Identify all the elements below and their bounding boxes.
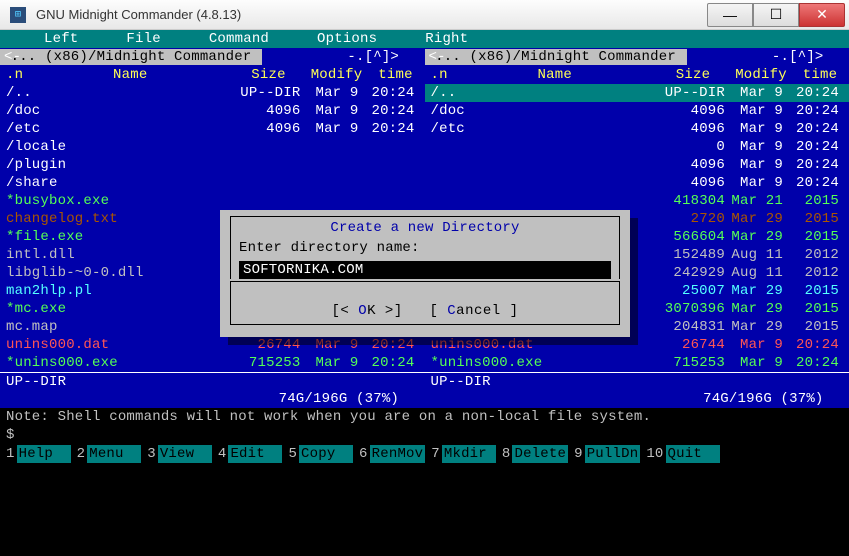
file-row[interactable]: /.. UP--DIR Mar 9 20:24 [0, 84, 425, 102]
file-row[interactable]: *busybox.exe [0, 192, 425, 210]
function-keys: 1Help 2Menu 3View 4Edit 5Copy 6RenMov 7M… [0, 444, 849, 464]
menu-command[interactable]: Command [185, 30, 293, 48]
file-row[interactable]: /.. UP--DIR Mar 9 20:24 [425, 84, 849, 102]
right-disk-info: 74G/196G (37%) [425, 390, 849, 408]
file-row[interactable]: /doc 4096 Mar 9 20:24 [425, 102, 849, 120]
fkey-renmov[interactable]: 6RenMov [353, 445, 425, 463]
file-row[interactable]: unins000.dat 26744 Mar 9 20:24 [425, 336, 849, 354]
fkey-help[interactable]: 1Help [0, 445, 71, 463]
file-row[interactable]: 4096 Mar 9 20:24 [425, 174, 849, 192]
left-panel-nav[interactable]: -.[^]> [347, 48, 399, 66]
file-row[interactable]: /plugin [0, 156, 425, 174]
file-row[interactable]: /etc 4096 Mar 9 20:24 [425, 120, 849, 138]
menu-file[interactable]: File [102, 30, 184, 48]
window-title: GNU Midnight Commander (4.8.13) [32, 7, 707, 22]
app-window: ⊞ GNU Midnight Commander (4.8.13) — ☐ ✕ … [0, 0, 849, 556]
file-row[interactable]: /etc 4096 Mar 9 20:24 [0, 120, 425, 138]
fkey-copy[interactable]: 5Copy [282, 445, 353, 463]
ok-button[interactable]: [< OK >] [332, 303, 403, 319]
maximize-button[interactable]: ☐ [753, 3, 799, 27]
right-panel-header: .n Name Size Modify time [425, 66, 849, 84]
right-panel-path[interactable]: ... (x86)/Midnight Commander [425, 49, 687, 65]
mkdir-dialog: Create a new Directory Enter directory n… [220, 210, 630, 337]
menu-right[interactable]: Right [401, 30, 492, 48]
file-row[interactable]: *unins000.exe 715253 Mar 9 20:24 [425, 354, 849, 372]
left-panel-header: .n Name Size Modify time [0, 66, 425, 84]
shell-prompt[interactable]: $ [6, 426, 843, 444]
minimize-button[interactable]: — [707, 3, 753, 27]
file-row[interactable]: 0 Mar 9 20:24 [425, 138, 849, 156]
left-panel-corner[interactable]: <- [4, 48, 21, 66]
close-button[interactable]: ✕ [799, 3, 845, 27]
file-row[interactable]: 418304 Mar 21 2015 [425, 192, 849, 210]
fkey-menu[interactable]: 2Menu [71, 445, 142, 463]
titlebar[interactable]: ⊞ GNU Midnight Commander (4.8.13) — ☐ ✕ [0, 0, 849, 30]
file-row[interactable]: /share [0, 174, 425, 192]
terminal: Left File Command Options Right <- ... (… [0, 30, 849, 556]
menu-bar: Left File Command Options Right [0, 30, 849, 48]
fkey-quit[interactable]: 10Quit [640, 445, 719, 463]
file-row[interactable]: *unins000.exe 715253 Mar 9 20:24 [0, 354, 425, 372]
dialog-label: Enter directory name: [231, 237, 619, 259]
right-summary: UP--DIR [425, 372, 849, 390]
left-disk-info: 74G/196G (37%) [0, 390, 425, 408]
right-panel-corner[interactable]: <- [429, 48, 446, 66]
fkey-pulldn[interactable]: 9PullDn [568, 445, 640, 463]
fkey-mkdir[interactable]: 7Mkdir [425, 445, 496, 463]
file-row[interactable]: /doc 4096 Mar 9 20:24 [0, 102, 425, 120]
menu-options[interactable]: Options [293, 30, 401, 48]
fkey-view[interactable]: 3View [141, 445, 212, 463]
fkey-edit[interactable]: 4Edit [212, 445, 283, 463]
file-row[interactable]: /locale [0, 138, 425, 156]
dialog-title: Create a new Directory [231, 219, 619, 237]
note-text: Note: Shell commands will not work when … [6, 408, 843, 426]
app-icon: ⊞ [10, 7, 26, 23]
cancel-button[interactable]: [ Cancel ] [429, 303, 518, 319]
file-row[interactable]: 4096 Mar 9 20:24 [425, 156, 849, 174]
menu-left[interactable]: Left [20, 30, 102, 48]
fkey-delete[interactable]: 8Delete [496, 445, 568, 463]
left-panel-path[interactable]: ... (x86)/Midnight Commander [0, 49, 262, 65]
file-row[interactable]: unins000.dat 26744 Mar 9 20:24 [0, 336, 425, 354]
left-summary: UP--DIR [0, 372, 425, 390]
right-panel-nav[interactable]: -.[^]> [772, 48, 824, 66]
directory-name-input[interactable]: SOFTORNIKA.COM [239, 261, 611, 279]
